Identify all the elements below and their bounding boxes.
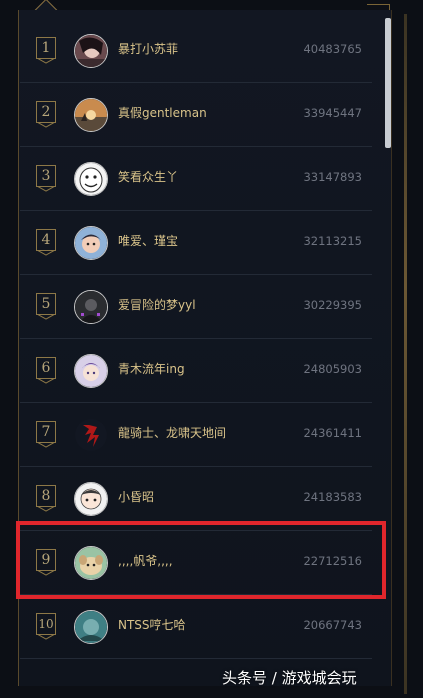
rank-number: 8: [36, 485, 56, 507]
player-score: 24361411: [303, 426, 362, 440]
leaderboard-row[interactable]: 10 NTSS哼七哈 20667743: [20, 595, 372, 659]
player-score: 33147893: [303, 170, 362, 184]
scrollbar-thumb[interactable]: [385, 18, 391, 148]
rank-badge: 6: [36, 357, 56, 384]
rank-badge: 3: [36, 165, 56, 192]
avatar-dragon-glyph-icon: [75, 419, 107, 451]
highlight-box: [16, 521, 386, 599]
rank-number: 2: [36, 101, 56, 123]
leaderboard-row[interactable]: 7 龍骑士、龙啸天地间 24361411: [20, 403, 372, 467]
avatar[interactable]: [74, 162, 108, 196]
player-name: 青木流年ing: [118, 362, 185, 376]
leaderboard-row[interactable]: 5 爱冒险的梦yyl 30229395: [20, 275, 372, 339]
avatar-meme-face-icon: [75, 163, 107, 195]
rank-ribbon-icon: [37, 378, 55, 384]
avatar[interactable]: [74, 98, 108, 132]
player-score: 40483765: [303, 42, 362, 56]
rank-ribbon-icon: [37, 506, 55, 512]
player-name: 龍骑士、龙啸天地间: [118, 426, 227, 440]
leaderboard-row[interactable]: 3 笑看众生丫 33147893: [20, 147, 372, 211]
player-name: 爱冒险的梦yyl: [118, 298, 196, 312]
rank-ribbon-icon: [37, 122, 55, 128]
avatar[interactable]: [74, 482, 108, 516]
rank-ribbon-icon: [37, 442, 55, 448]
rank-number: 10: [36, 613, 56, 635]
player-score: 30229395: [303, 298, 362, 312]
rank-badge: 8: [36, 485, 56, 512]
rank-number: 1: [36, 37, 56, 59]
player-score: 20667743: [303, 618, 362, 632]
avatar-sunset-icon: [75, 99, 107, 131]
rank-badge: 5: [36, 293, 56, 320]
player-score: 24805903: [303, 362, 362, 376]
rank-badge: 2: [36, 101, 56, 128]
avatar-child-icon: [75, 227, 107, 259]
rank-number: 6: [36, 357, 56, 379]
avatar[interactable]: [74, 354, 108, 388]
avatar[interactable]: [74, 610, 108, 644]
leaderboard-row[interactable]: 4 唯爱、瑾宝 32113215: [20, 211, 372, 275]
rank-ribbon-icon: [37, 634, 55, 640]
avatar-cartoon-icon: [75, 483, 107, 515]
right-border-ornament: [404, 14, 407, 694]
rank-number: 5: [36, 293, 56, 315]
player-name: 唯爱、瑾宝: [118, 234, 179, 248]
avatar[interactable]: [74, 226, 108, 260]
leaderboard-row[interactable]: 2 真假gentleman 33945447: [20, 83, 372, 147]
rank-badge: 10: [36, 613, 56, 640]
leaderboard-row[interactable]: 6 青木流年ing 24805903: [20, 339, 372, 403]
player-name: 小昏昭: [118, 490, 155, 504]
avatar-teal-icon: [75, 611, 107, 643]
player-name: 暴打小苏菲: [118, 42, 179, 56]
player-score: 32113215: [303, 234, 362, 248]
avatar[interactable]: [74, 418, 108, 452]
avatar[interactable]: [74, 290, 108, 324]
player-score: 24183583: [303, 490, 362, 504]
rank-badge: 7: [36, 421, 56, 448]
avatar[interactable]: [74, 34, 108, 68]
rank-badge: 1: [36, 37, 56, 64]
rank-ribbon-icon: [37, 186, 55, 192]
player-name: 真假gentleman: [118, 106, 207, 120]
rank-number: 3: [36, 165, 56, 187]
leaderboard-row[interactable]: 1 暴打小苏菲 40483765: [20, 19, 372, 83]
rank-badge: 4: [36, 229, 56, 256]
watermark-text: 头条号 / 游戏城会玩: [222, 669, 357, 687]
rank-ribbon-icon: [37, 250, 55, 256]
rank-number: 7: [36, 421, 56, 443]
avatar-dark-hair-icon: [75, 35, 107, 67]
avatar-anime-icon: [75, 355, 107, 387]
player-name: NTSS哼七哈: [118, 618, 186, 632]
avatar-dark-figure-icon: [75, 291, 107, 323]
rank-ribbon-icon: [37, 58, 55, 64]
rank-ribbon-icon: [37, 314, 55, 320]
player-score: 33945447: [303, 106, 362, 120]
player-name: 笑看众生丫: [118, 170, 179, 184]
rank-number: 4: [36, 229, 56, 251]
